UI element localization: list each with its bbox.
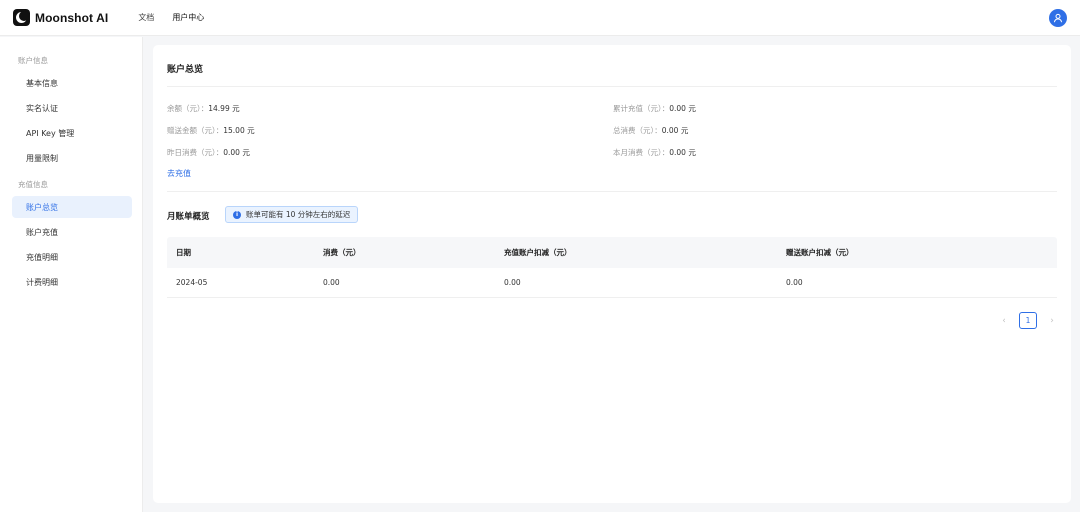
sidebar: 账户信息 基本信息 实名认证 API Key 管理 用量限制 充值信息 账户总览… xyxy=(0,37,143,512)
sidebar-group-recharge: 充值信息 xyxy=(18,180,48,189)
page-button-1[interactable]: 1 xyxy=(1019,312,1037,329)
sidebar-group-account: 账户信息 xyxy=(18,56,48,65)
total-recharge-value: 0.00 元 xyxy=(669,104,696,113)
month-value: 0.00 元 xyxy=(669,148,696,157)
total-consume-label: 总消费（元） xyxy=(613,126,655,135)
sidebar-item-label: 计费明细 xyxy=(26,277,58,287)
sidebar-item-recharge[interactable]: 账户充值 xyxy=(12,221,132,243)
chevron-right-icon[interactable]: › xyxy=(1045,316,1059,326)
yesterday-label: 昨日消费（元） xyxy=(167,148,216,157)
month-consume-field: 本月消费（元）：0.00 元 xyxy=(613,147,696,158)
column-header-consume: 消费（元） xyxy=(323,248,361,257)
title-divider xyxy=(167,86,1057,87)
brand-name: Moonshot AI xyxy=(35,10,109,25)
column-header-gift-deduct: 赠送账户扣减（元） xyxy=(786,248,854,257)
month-label: 本月消费（元） xyxy=(613,148,662,157)
brand-logo[interactable]: Moonshot AI xyxy=(13,9,108,26)
table-header: 日期 消费（元） 充值账户扣减（元） 赠送账户扣减（元） xyxy=(167,237,1057,268)
yesterday-consume-field: 昨日消费（元）：0.00 元 xyxy=(167,147,250,158)
balance-field: 余额（元）：14.99 元 xyxy=(167,103,240,114)
sidebar-item-label: 账户充值 xyxy=(26,227,58,237)
sidebar-item-overview[interactable]: 账户总览 xyxy=(12,196,132,218)
section-divider xyxy=(167,191,1057,192)
pagination: ‹ 1 › xyxy=(997,312,1059,329)
top-bar: Moonshot AI 文档 用户中心 xyxy=(0,0,1080,36)
sidebar-item-label: 充值明细 xyxy=(26,252,58,262)
notice-text: 账单可能有 10 分钟左右的延迟 xyxy=(246,210,351,219)
cell-consume: 0.00 xyxy=(323,278,340,287)
cell-recharge-deduct: 0.00 xyxy=(504,278,521,287)
user-avatar-button[interactable] xyxy=(1049,9,1067,27)
recharge-link[interactable]: 去充值 xyxy=(167,168,191,179)
chevron-left-icon[interactable]: ‹ xyxy=(997,316,1011,326)
delay-notice: i 账单可能有 10 分钟左右的延迟 xyxy=(225,206,359,223)
column-header-date: 日期 xyxy=(176,248,191,257)
sidebar-item-label: 账户总览 xyxy=(26,202,58,212)
top-nav: 文档 用户中心 xyxy=(138,12,222,23)
sidebar-item-label: 实名认证 xyxy=(26,103,58,113)
gift-label: 赠送金额（元） xyxy=(167,126,216,135)
monthly-bill-title: 月账单概览 xyxy=(167,212,210,222)
sidebar-item-api-keys[interactable]: API Key 管理 xyxy=(12,122,132,144)
gift-value: 15.00 元 xyxy=(223,126,255,135)
balance-value: 14.99 元 xyxy=(208,104,240,113)
moonshot-logo-icon xyxy=(13,9,30,26)
sidebar-item-usage-limits[interactable]: 用量限制 xyxy=(12,147,132,169)
sidebar-item-label: API Key 管理 xyxy=(26,128,75,138)
nav-docs[interactable]: 文档 xyxy=(138,12,154,23)
nav-user-center[interactable]: 用户中心 xyxy=(172,12,204,23)
column-header-recharge-deduct: 充值账户扣减（元） xyxy=(504,248,572,257)
cell-date: 2024-05 xyxy=(176,278,208,287)
balance-label: 余额（元） xyxy=(167,104,201,113)
gift-amount-field: 赠送金额（元）：15.00 元 xyxy=(167,125,255,136)
total-consume-field: 总消费（元）：0.00 元 xyxy=(613,125,688,136)
total-recharge-label: 累计充值（元） xyxy=(613,104,662,113)
sidebar-item-label: 基本信息 xyxy=(26,78,58,88)
total-consume-value: 0.00 元 xyxy=(661,126,689,135)
total-consume-sep: ： xyxy=(654,126,662,135)
sidebar-item-billing-detail[interactable]: 计费明细 xyxy=(12,271,132,293)
sidebar-item-basic-info[interactable]: 基本信息 xyxy=(12,72,132,94)
sidebar-item-label: 用量限制 xyxy=(26,153,58,163)
page-title: 账户总览 xyxy=(167,65,204,75)
info-icon: i xyxy=(233,210,241,219)
total-recharge-field: 累计充值（元）：0.00 元 xyxy=(613,103,696,114)
monthly-bill-table: 日期 消费（元） 充值账户扣减（元） 赠送账户扣减（元） 2024-05 0.0… xyxy=(167,237,1057,298)
table-row: 2024-05 0.00 0.00 0.00 xyxy=(167,268,1057,298)
sidebar-item-recharge-detail[interactable]: 充值明细 xyxy=(12,246,132,268)
yesterday-value: 0.00 元 xyxy=(223,148,250,157)
cell-gift-deduct: 0.00 xyxy=(786,278,803,287)
user-icon xyxy=(1053,13,1063,23)
sidebar-item-verification[interactable]: 实名认证 xyxy=(12,97,132,119)
overview-card: 账户总览 余额（元）：14.99 元 累计充值（元）：0.00 元 赠送金额（元… xyxy=(153,45,1071,503)
